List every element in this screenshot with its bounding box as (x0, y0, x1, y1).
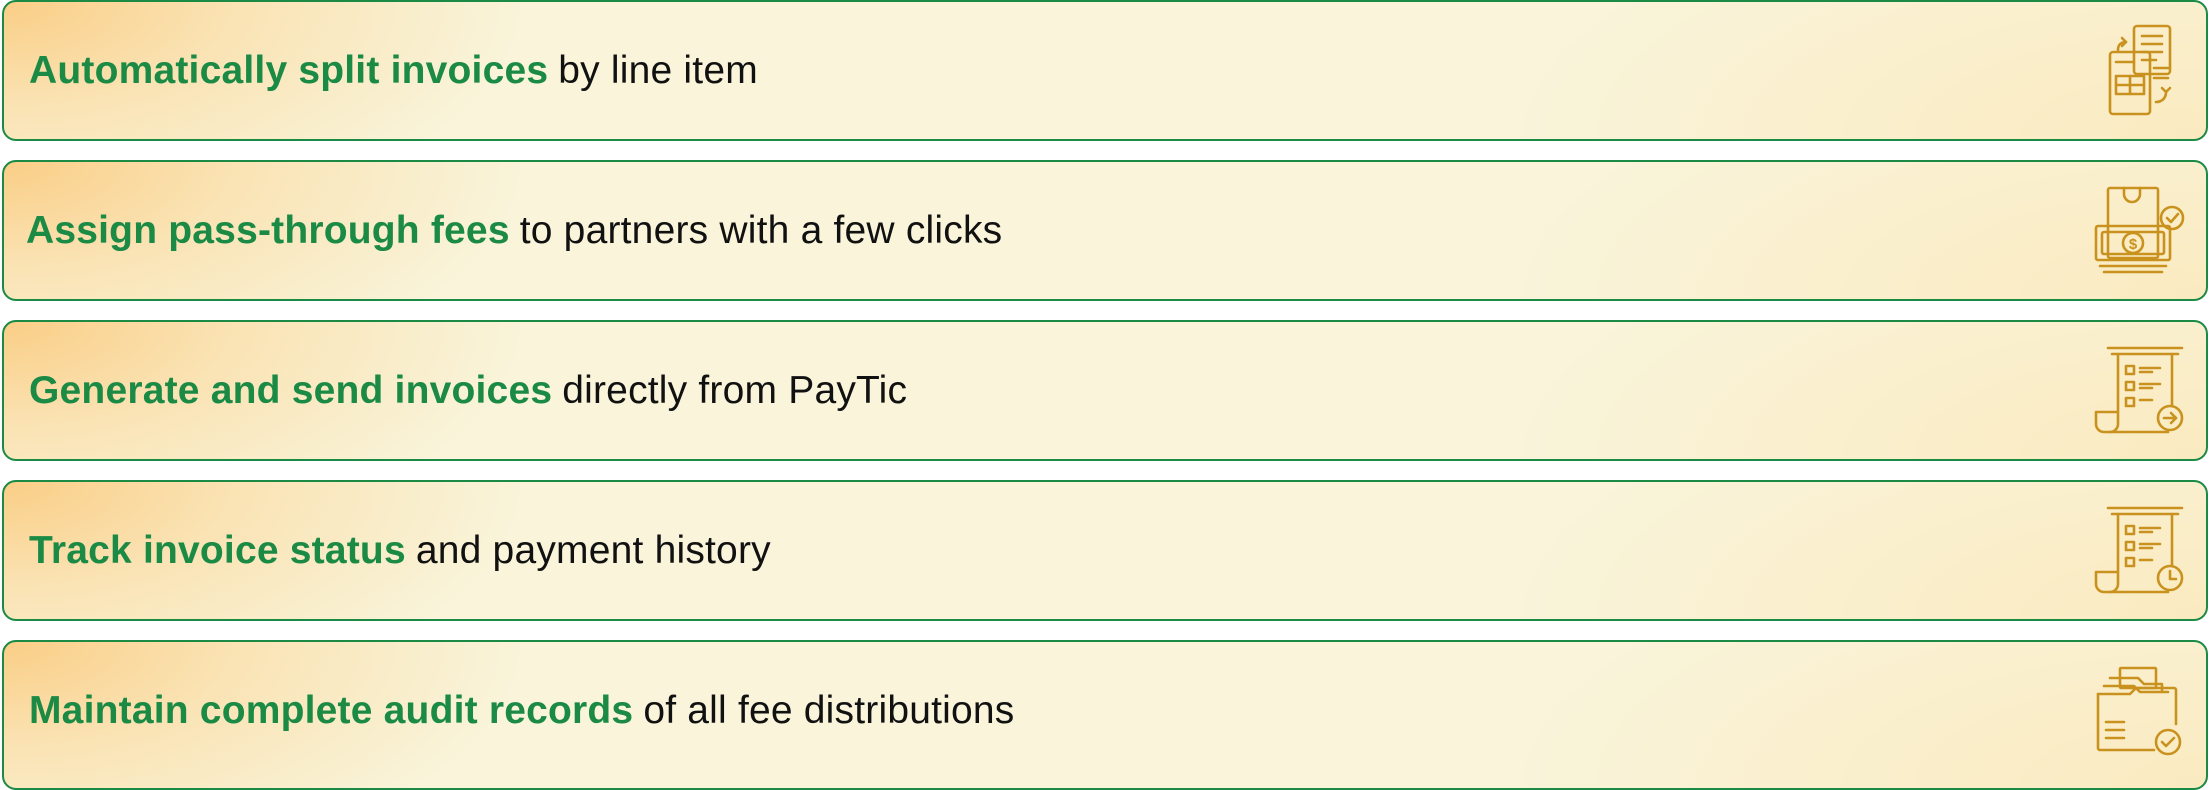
feature-text: Maintain complete audit records of all f… (29, 642, 1015, 779)
feature-text: Automatically split invoices by line ite… (29, 2, 758, 139)
feature-text: Generate and send invoices directly from… (29, 322, 907, 459)
feature-card-generate-invoices: Generate and send invoices directly from… (2, 320, 2208, 461)
feature-card-track-status: Track invoice status and payment history (2, 480, 2208, 621)
feature-description: to partners with a few clicks (519, 208, 1003, 252)
feature-list: Automatically split invoices by line ite… (2, 0, 2208, 790)
feature-description: by line item (558, 48, 758, 92)
invoice-clock-icon (2090, 502, 2190, 602)
invoice-send-icon (2090, 342, 2190, 442)
cash-approve-icon: $ (2090, 182, 2190, 282)
feature-highlight: Assign pass-through fees (26, 208, 510, 252)
feature-text: Assign pass-through fees to partners wit… (26, 162, 1002, 299)
feature-card-split-invoices: Automatically split invoices by line ite… (2, 0, 2208, 141)
feature-description: directly from PayTic (562, 368, 908, 412)
feature-text: Track invoice status and payment history (29, 482, 771, 619)
feature-highlight: Generate and send invoices (29, 368, 553, 412)
feature-card-pass-through-fees: Assign pass-through fees to partners wit… (2, 160, 2208, 301)
feature-highlight: Maintain complete audit records (29, 688, 634, 732)
feature-highlight: Track invoice status (29, 528, 406, 572)
folder-check-icon (2090, 662, 2190, 762)
feature-description: and payment history (415, 528, 771, 572)
svg-text:$: $ (2129, 236, 2138, 253)
split-invoice-icon (2090, 22, 2190, 122)
feature-description: of all fee distributions (643, 688, 1015, 732)
feature-card-audit-records: Maintain complete audit records of all f… (2, 640, 2208, 790)
feature-highlight: Automatically split invoices (29, 48, 549, 92)
